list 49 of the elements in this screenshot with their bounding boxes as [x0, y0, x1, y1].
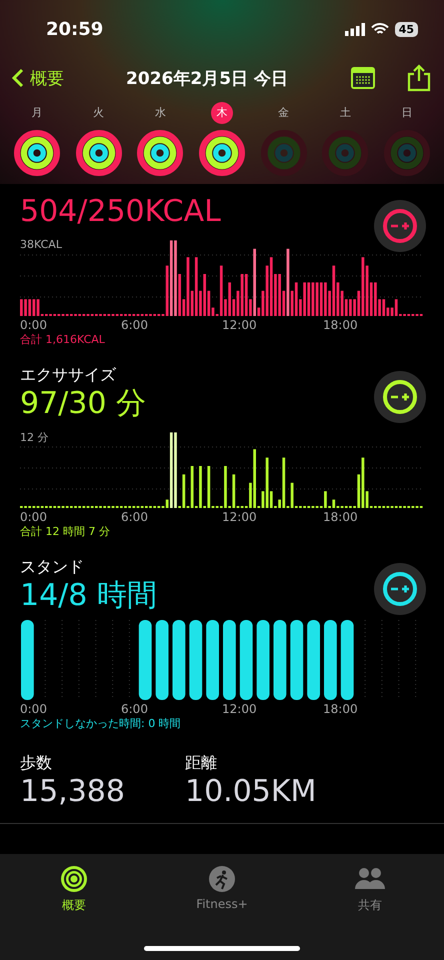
axis-label: 0:00 [20, 510, 47, 524]
rings-icon [60, 865, 88, 893]
tab-item[interactable]: 共有 [296, 864, 444, 916]
stat-label: 距離 [184, 753, 218, 774]
chevron-left-icon [12, 68, 24, 88]
metric-label: エクササイズ [20, 365, 116, 386]
axis-label: 12:00 [222, 318, 257, 332]
axis-label: 6:00 [121, 510, 148, 524]
total-text: スタンドしなかった時間: 0 時間 [20, 716, 182, 731]
axis-label: 0:00 [20, 702, 47, 716]
chart-max-label: 38KCAL [20, 238, 62, 251]
tab-item[interactable]: 概要 [0, 864, 148, 916]
adjust-goal-button[interactable] [374, 563, 426, 615]
total-text: 合計 1,616KCAL [20, 332, 106, 347]
metric-value: 14/8 時間 [20, 578, 157, 614]
signal-icon [344, 22, 365, 36]
axis-label: 18:00 [323, 510, 358, 524]
day-selector[interactable]: 土 [314, 102, 376, 176]
wifi-icon [370, 22, 389, 36]
day-selector[interactable]: 水 [129, 102, 192, 176]
tab-item[interactable]: Fitness+ [148, 864, 296, 916]
day-selector[interactable]: 日 [376, 102, 438, 176]
runner-icon [208, 865, 236, 893]
battery-level: 45 [394, 22, 418, 36]
metric-label: スタンド [20, 557, 84, 578]
axis-label: 18:00 [323, 318, 358, 332]
metric-value: 504/250KCAL [20, 194, 221, 230]
total-text: 合計 12 時間 7 分 [20, 524, 111, 539]
calendar-icon[interactable] [350, 66, 376, 90]
axis-label: 18:00 [323, 702, 358, 716]
axis-label: 12:00 [222, 702, 257, 716]
chart-max-label: 12 分 [20, 430, 48, 445]
day-selector[interactable]: 火 [68, 102, 130, 176]
day-selector[interactable]: 金 [252, 102, 315, 176]
axis-label: 6:00 [121, 318, 148, 332]
clock: 20:59 [46, 18, 104, 40]
share-icon[interactable] [406, 64, 432, 92]
axis-label: 12:00 [222, 510, 257, 524]
back-button[interactable]: 概要 [12, 66, 64, 90]
stat-value: 10.05KM [184, 774, 316, 809]
day-selector[interactable]: 木 [191, 102, 253, 176]
stat-value: 15,388 [20, 774, 125, 809]
stat-label: 歩数 [20, 753, 53, 774]
date-title: 2026年2月5日 今日 [125, 68, 289, 90]
axis-label: 6:00 [121, 702, 148, 716]
axis-label: 0:00 [20, 318, 47, 332]
day-selector[interactable]: 月 [6, 102, 68, 176]
adjust-goal-button[interactable] [374, 371, 426, 423]
metric-value: 97/30 分 [20, 386, 146, 422]
